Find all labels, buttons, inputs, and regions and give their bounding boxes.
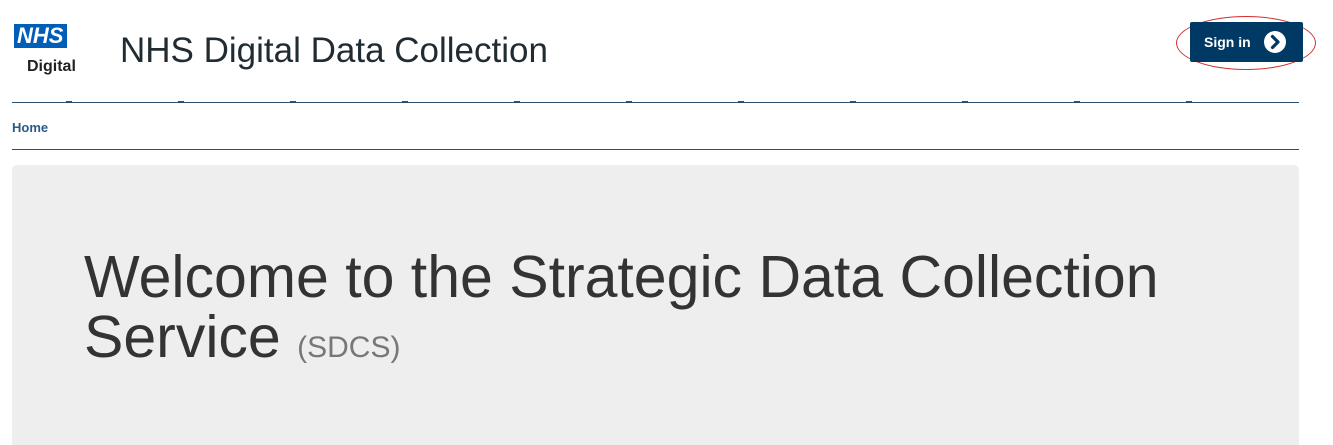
chevron-right-circle-icon [1263, 30, 1287, 54]
hero-title-abbr: (SDCS) [297, 331, 401, 364]
hero-panel: Welcome to the Strategic Data Collection… [12, 165, 1299, 445]
sign-in-button[interactable]: Sign in [1190, 22, 1303, 62]
site-title: NHS Digital Data Collection [120, 31, 548, 70]
nav-divider-ticks [12, 101, 1299, 103]
nhs-logo-mark: NHS [14, 24, 68, 48]
sign-in-area: Sign in [1176, 16, 1318, 72]
hero-title: Welcome to the Strategic Data Collection… [84, 247, 1264, 378]
nhs-digital-logo[interactable]: NHS Digital [12, 24, 92, 84]
sign-in-label: Sign in [1204, 34, 1251, 50]
hero-title-line2: Service [84, 304, 281, 370]
breadcrumb-home[interactable]: Home [12, 120, 48, 135]
nav-divider-bottom [12, 149, 1299, 150]
page: NHS Digital NHS Digital Data Collection … [0, 0, 1333, 445]
hero-title-line1: Welcome to the Strategic Data Collection [84, 244, 1159, 310]
logo-subtitle: Digital [27, 58, 76, 75]
